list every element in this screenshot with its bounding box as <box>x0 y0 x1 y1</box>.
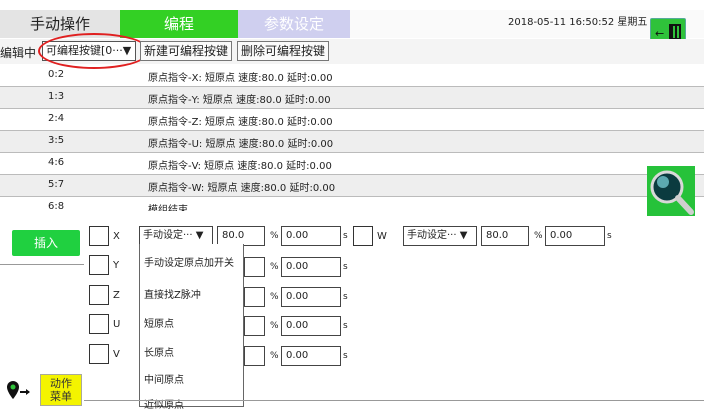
percent-unit: % <box>270 262 279 272</box>
percent-unit: % <box>270 351 279 361</box>
dropdown-option[interactable]: 中间原点 <box>144 371 184 386</box>
table-row[interactable]: 0:2 原点指令-X: 短原点 速度:80.0 延时:0.00 <box>0 65 704 87</box>
row-index: 1:3 <box>48 91 65 102</box>
w-mode-select[interactable]: 手动设定··· ▼ <box>403 226 477 246</box>
table-row[interactable]: 3:5 原点指令-U: 短原点 速度:80.0 延时:0.00 <box>0 131 704 153</box>
row-index: 2:4 <box>48 113 65 124</box>
axis-y-label: Y <box>113 260 120 271</box>
seconds-unit: s <box>343 292 348 302</box>
door-icon <box>669 24 681 40</box>
axis-u-label: U <box>113 319 121 330</box>
y-delay-field[interactable]: 0.00 <box>281 257 341 277</box>
row-instruction: 原点指令-W: 短原点 速度:80.0 延时:0.00 <box>148 183 336 194</box>
table-row[interactable]: 6:8 模组结束 <box>0 197 704 211</box>
percent-unit: % <box>270 321 279 331</box>
seconds-unit: s <box>343 351 348 361</box>
row-index: 0:2 <box>48 69 65 80</box>
tab-programming[interactable]: 编程 <box>120 10 238 38</box>
axis-v-checkbox[interactable] <box>89 344 109 364</box>
y-speed-field[interactable] <box>244 257 265 277</box>
v-speed-field[interactable] <box>244 346 265 366</box>
axis-u-checkbox[interactable] <box>89 314 109 334</box>
location-pin-icon[interactable] <box>6 380 32 400</box>
axis-z-checkbox[interactable] <box>89 285 109 305</box>
divider <box>84 400 704 401</box>
seconds-unit: s <box>343 231 348 241</box>
axis-y-checkbox[interactable] <box>89 255 109 275</box>
z-delay-field[interactable]: 0.00 <box>281 287 341 307</box>
delete-program-button[interactable]: 删除可编程按键 <box>237 41 330 61</box>
search-icon[interactable] <box>647 166 695 216</box>
axis-x-checkbox[interactable] <box>89 226 109 246</box>
seconds-unit: s <box>343 321 348 331</box>
dropdown-option[interactable]: 直接找Z脉冲 <box>144 286 201 301</box>
seconds-unit: s <box>343 262 348 272</box>
row-instruction: 模组结束 <box>148 205 188 211</box>
percent-unit: % <box>270 292 279 302</box>
dropdown-option[interactable]: 手动设定原点加开关 <box>144 254 234 269</box>
row-index: 6:8 <box>48 201 65 211</box>
highlight-annotation <box>38 33 150 69</box>
u-speed-field[interactable] <box>244 316 265 336</box>
axis-z-label: Z <box>113 290 120 301</box>
divider <box>0 264 84 265</box>
mode-dropdown-list: 手动设定原点加开关 直接找Z脉冲 短原点 长原点 中间原点 近似原点 <box>139 244 244 411</box>
w-delay-field[interactable]: 0.00 <box>545 226 605 246</box>
row-instruction: 原点指令-V: 短原点 速度:80.0 延时:0.00 <box>148 161 332 172</box>
axis-w-label: W <box>377 231 387 242</box>
menu-label-line2: 菜单 <box>50 390 72 403</box>
insert-button[interactable]: 插入 <box>12 230 80 256</box>
seconds-unit: s <box>607 231 612 241</box>
row-instruction: 原点指令-Z: 短原点 速度:80.0 延时:0.00 <box>148 117 333 128</box>
axis-v-label: V <box>113 349 120 360</box>
row-index: 5:7 <box>48 179 65 190</box>
axis-x-label: X <box>113 231 120 242</box>
percent-unit: % <box>270 231 279 241</box>
x-delay-field[interactable]: 0.00 <box>281 226 341 246</box>
dropdown-option[interactable]: 近似原点 <box>144 396 184 411</box>
tab-parameter-settings[interactable]: 参数设定 <box>238 10 350 38</box>
row-index: 4:6 <box>48 157 65 168</box>
table-row[interactable]: 2:4 原点指令-Z: 短原点 速度:80.0 延时:0.00 <box>0 109 704 131</box>
editing-label: 编辑中 <box>0 46 37 60</box>
table-row[interactable]: 1:3 原点指令-Y: 短原点 速度:80.0 延时:0.00 <box>0 87 704 109</box>
x-speed-field[interactable]: 80.0 <box>217 226 265 246</box>
z-speed-field[interactable] <box>244 287 265 307</box>
w-speed-field[interactable]: 80.0 <box>481 226 529 246</box>
row-index: 3:5 <box>48 135 65 146</box>
u-delay-field[interactable]: 0.00 <box>281 316 341 336</box>
table-row[interactable]: 5:7 原点指令-W: 短原点 速度:80.0 延时:0.00 <box>0 175 704 197</box>
datetime-display: 2018-05-11 16:50:52 星期五 <box>508 17 648 28</box>
row-instruction: 原点指令-U: 短原点 速度:80.0 延时:0.00 <box>148 139 334 150</box>
menu-label-line1: 动作 <box>50 377 72 390</box>
axis-w-checkbox[interactable] <box>353 226 373 246</box>
row-instruction: 原点指令-X: 短原点 速度:80.0 延时:0.00 <box>148 73 333 84</box>
x-mode-select[interactable]: 手动设定··· ▼ <box>139 226 213 246</box>
row-instruction: 原点指令-Y: 短原点 速度:80.0 延时:0.00 <box>148 95 331 106</box>
v-delay-field[interactable]: 0.00 <box>281 346 341 366</box>
action-menu-button[interactable]: 动作 菜单 <box>40 374 82 406</box>
table-row[interactable]: 4:6 原点指令-V: 短原点 速度:80.0 延时:0.00 <box>0 153 704 175</box>
dropdown-option[interactable]: 长原点 <box>144 344 174 359</box>
percent-unit: % <box>534 231 543 241</box>
dropdown-option[interactable]: 短原点 <box>144 315 174 330</box>
new-program-button[interactable]: 新建可编程按键 <box>140 41 233 61</box>
